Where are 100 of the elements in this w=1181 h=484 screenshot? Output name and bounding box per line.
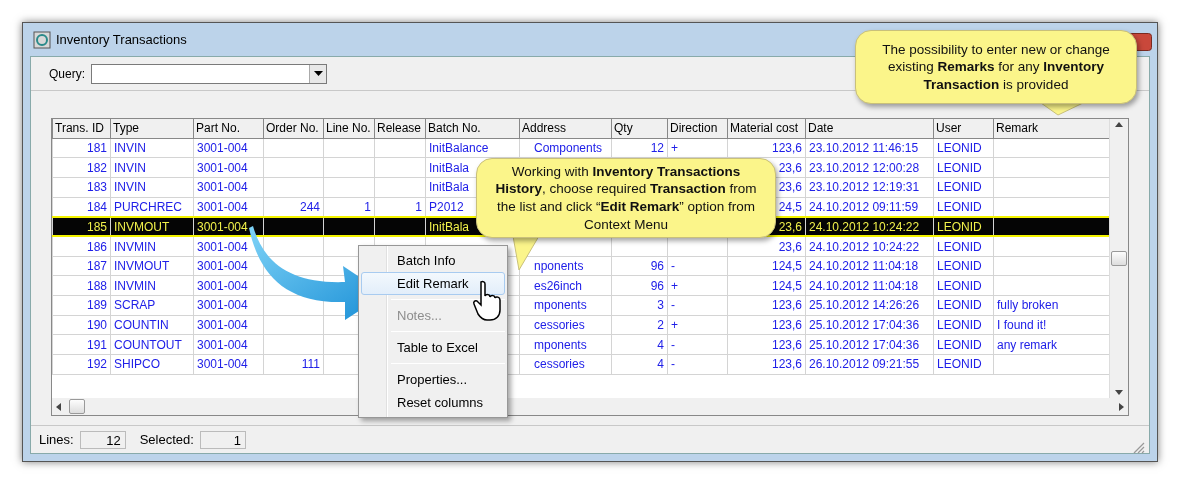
table-cell: LEONID — [937, 318, 982, 333]
table-cell: SCRAP — [114, 298, 156, 313]
table-cell: 24.10.2012 10:24:22 — [809, 239, 920, 254]
table-cell: 23.10.2012 12:19:31 — [809, 180, 920, 195]
column-header[interactable]: Batch No. — [425, 119, 520, 138]
table-cell: any remark — [997, 337, 1058, 352]
table-cell: 24.10.2012 11:04:18 — [809, 278, 919, 293]
table-cell: 3001-004 — [197, 160, 248, 175]
table-cell: cessories — [534, 357, 585, 372]
lines-count: 12 — [79, 430, 126, 449]
column-header[interactable]: Release — [374, 119, 426, 138]
table-cell: InitBala — [429, 160, 470, 175]
column-header[interactable]: Remark — [993, 119, 1109, 138]
selected-count: 1 — [199, 430, 246, 449]
scroll-left-icon — [56, 402, 61, 411]
table-cell: Components — [534, 140, 603, 155]
column-header[interactable]: Line No. — [323, 119, 375, 138]
table-cell: 1 — [415, 199, 422, 214]
table-cell: InitBala — [429, 219, 470, 234]
table-cell: 3001-004 — [197, 357, 248, 372]
table-cell: INVIN — [114, 140, 146, 155]
table-cell: 3001-004 — [197, 318, 248, 333]
table-cell: LEONID — [937, 199, 982, 214]
column-header[interactable]: User — [933, 119, 994, 138]
menu-item[interactable]: Table to Excel — [361, 336, 505, 359]
scroll-up-icon — [1115, 122, 1123, 127]
lines-label: Lines: — [39, 430, 74, 449]
table-cell: 26.10.2012 09:21:55 — [809, 357, 920, 372]
table-cell: INVMIN — [114, 239, 156, 254]
table-cell: LEONID — [937, 140, 982, 155]
dropdown-arrow-icon — [313, 71, 323, 76]
table-cell: - — [671, 258, 675, 273]
table-cell: 3001-004 — [197, 180, 248, 195]
table-cell: 124,5 — [771, 278, 802, 293]
column-header[interactable]: Direction — [667, 119, 728, 138]
table-cell: 2 — [657, 318, 664, 333]
table-cell: COUNTIN — [114, 318, 169, 333]
table-cell: 24.10.2012 11:04:18 — [809, 258, 919, 273]
table-cell: LEONID — [937, 239, 982, 254]
table-cell: InitBalance — [429, 140, 489, 155]
column-header[interactable]: Qty — [611, 119, 668, 138]
column-header[interactable]: Material cost — [727, 119, 806, 138]
table-cell: SHIPCO — [114, 357, 160, 372]
vertical-scrollbar[interactable] — [1109, 119, 1128, 398]
table-cell: 25.10.2012 17:04:36 — [809, 337, 920, 352]
table-cell: 3001-004 — [197, 199, 248, 214]
table-cell: LEONID — [937, 337, 982, 352]
table-cell: es26inch — [534, 278, 583, 293]
table-cell: 3001-004 — [197, 298, 248, 313]
table-cell: 3001-004 — [197, 219, 248, 234]
column-header[interactable]: Address — [519, 119, 612, 138]
table-cell: 123,6 — [771, 140, 802, 155]
table-cell: LEONID — [937, 258, 982, 273]
table-cell: INVMIN — [114, 278, 156, 293]
table-cell: 3001-004 — [197, 239, 248, 254]
menu-item[interactable]: Batch Info — [361, 249, 505, 272]
resize-grip-icon[interactable] — [1133, 441, 1145, 454]
table-cell: 123,6 — [771, 337, 802, 352]
table-cell: - — [671, 357, 675, 372]
table-cell: cessories — [534, 318, 585, 333]
table-cell: 23,6 — [778, 160, 802, 175]
scroll-right-icon — [1119, 402, 1124, 411]
table-cell: mponents — [534, 337, 587, 352]
table-cell: 23,6 — [778, 239, 802, 254]
window-title: Inventory Transactions — [56, 30, 187, 49]
menu-item[interactable]: Reset columns — [361, 391, 505, 414]
table-cell: 25.10.2012 14:26:26 — [809, 298, 920, 313]
selected-label: Selected: — [139, 430, 194, 449]
table-cell: 4 — [657, 357, 664, 372]
table-cell: 24,5 — [778, 199, 802, 214]
column-header[interactable]: Date — [805, 119, 934, 138]
table-cell: 25.10.2012 17:04:36 — [809, 318, 920, 333]
table-cell: 1 — [364, 199, 371, 214]
column-header[interactable]: Part No. — [193, 119, 264, 138]
table-cell: LEONID — [937, 180, 982, 195]
table-cell: 123,6 — [771, 357, 802, 372]
table-cell: P2012 — [429, 199, 464, 214]
table-cell: 24.10.2012 09:11:59 — [809, 199, 919, 214]
table-cell: INVMOUT — [114, 219, 170, 234]
menu-item[interactable]: Properties... — [361, 368, 505, 391]
callout-text: Working with Inventory Transactions History, choose required Transaction from the list and click “Edit Remark” option from Context Menu — [494, 162, 758, 234]
column-header[interactable]: Type — [110, 119, 194, 138]
table-cell: 3001-004 — [197, 140, 248, 155]
column-header[interactable]: Trans. ID — [52, 119, 111, 138]
table-cell: LEONID — [937, 357, 982, 372]
table-cell: InitBala — [429, 180, 470, 195]
table-cell: 3001-004 — [197, 337, 248, 352]
table-cell: mponents — [534, 298, 587, 313]
table-cell: 24.10.2012 10:24:22 — [809, 219, 920, 234]
table-cell: 96 — [650, 278, 664, 293]
menu-item[interactable]: Edit Remark — [361, 272, 505, 295]
table-cell: 96 — [650, 258, 664, 273]
table-cell: LEONID — [937, 298, 982, 313]
column-header[interactable]: Order No. — [263, 119, 324, 138]
scroll-thumb[interactable] — [69, 399, 85, 414]
table-cell: 3001-004 — [197, 278, 248, 293]
query-dropdown[interactable] — [91, 63, 327, 84]
table-cell: 123,6 — [771, 298, 802, 313]
callout-text: The possibility to enter new or change existing Remarks for any Inventory Transaction is provided — [881, 40, 1111, 94]
scroll-thumb[interactable] — [1111, 251, 1127, 266]
